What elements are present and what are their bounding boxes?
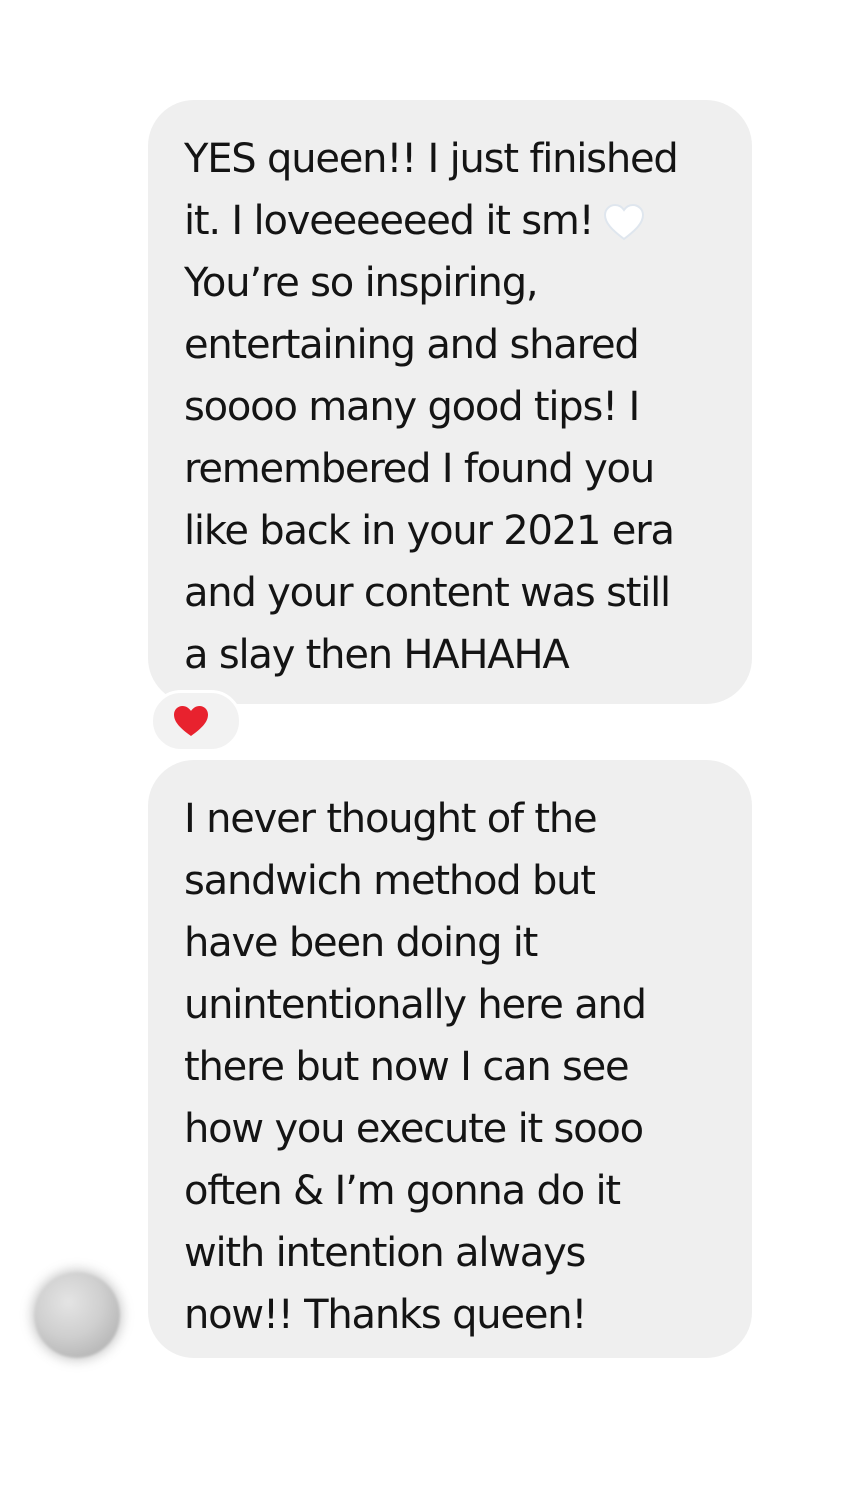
message-1-line-9: a slay then HAHAHA (184, 632, 570, 678)
message-1-line-5: soooo many good tips! I (184, 384, 640, 430)
message-2-line-4: unintentionally here and (184, 982, 647, 1028)
message-1-line-1: YES queen!! I just finished (184, 136, 679, 182)
message-2-line-3: have been doing it (184, 920, 538, 966)
message-2-line-6: how you execute it sooo (184, 1106, 644, 1152)
message-bubble-1[interactable]: YES queen!! I just finished it. I loveee… (148, 100, 752, 704)
message-2-line-2: sandwich method but (184, 858, 596, 904)
message-bubble-2[interactable]: I never thought of the sandwich method b… (148, 760, 752, 1358)
message-1-line-2-text: it. I loveeeeeed it sm! (184, 198, 595, 244)
reaction-badge[interactable] (150, 690, 242, 752)
red-heart-icon (174, 706, 208, 736)
message-1-line-4: entertaining and shared (184, 322, 640, 368)
message-1-line-3: You’re so inspiring, (184, 260, 539, 306)
message-2-line-8: with intention always (184, 1230, 586, 1276)
white-heart-icon (602, 198, 646, 241)
message-2-line-5: there but now I can see (184, 1044, 630, 1090)
message-1-line-8: and your content was still (184, 570, 671, 616)
sender-avatar[interactable] (34, 1272, 120, 1358)
message-1-line-6: remembered I found you (184, 446, 655, 492)
message-1-line-2: it. I loveeeeeed it sm! (184, 190, 722, 252)
message-2-line-1: I never thought of the (184, 796, 598, 842)
message-2-line-9: now!! Thanks queen! (184, 1292, 587, 1338)
message-1-line-7: like back in your 2021 era (184, 508, 675, 554)
message-2-line-7: often & I’m gonna do it (184, 1168, 621, 1214)
